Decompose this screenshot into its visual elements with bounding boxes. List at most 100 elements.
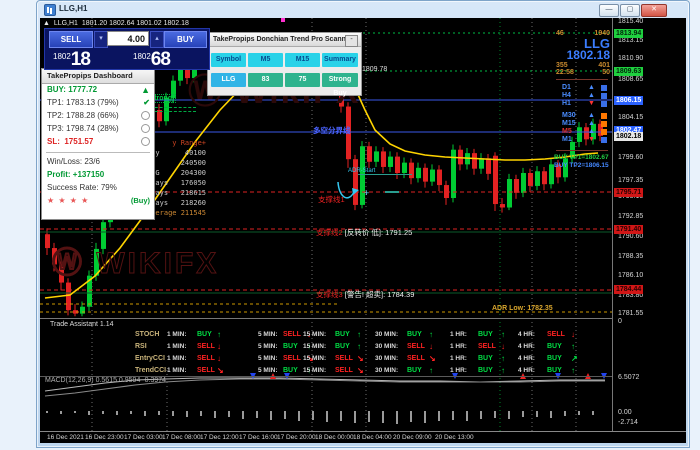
macd-histogram-bar xyxy=(508,411,510,419)
macd-histogram-bar xyxy=(410,411,412,422)
buy-button[interactable]: BUY xyxy=(164,31,207,48)
macd-histogram-bar xyxy=(158,411,160,415)
macd-histogram-bar xyxy=(466,411,468,421)
status-square-icon xyxy=(601,129,607,135)
macd-histogram-bar xyxy=(424,411,426,423)
macd-histogram-bar xyxy=(60,411,62,414)
macd-scale-max: 6.5072 xyxy=(618,374,640,381)
signal-arrow-icon: ↘ xyxy=(357,366,364,375)
signal-arrow-icon: ↘ xyxy=(217,366,224,375)
minimize-button[interactable]: — xyxy=(599,4,619,17)
time-label: 18 Dec 00:00 xyxy=(315,434,354,441)
sell-button[interactable]: SELL xyxy=(49,31,93,48)
signal-arrow-icon: ↓ xyxy=(217,342,221,351)
success-label: Success Rate: xyxy=(47,183,99,192)
signal-arrow-icon: ↑ xyxy=(501,330,505,339)
winloss-label: Win/Loss: xyxy=(47,157,83,166)
status-square-icon xyxy=(601,113,607,119)
dashboard-title[interactable]: TakePropips Dashboard xyxy=(42,69,154,84)
tp3-value: 1798.74 (28%) xyxy=(66,124,119,133)
timeframe-label: 1 HR: xyxy=(450,343,467,350)
timeframe-label: 4 HR: xyxy=(518,367,535,374)
candle-body xyxy=(493,155,498,205)
macd-histogram-bar xyxy=(214,411,216,418)
candle-body xyxy=(374,151,379,162)
signal-value: BUY xyxy=(407,331,422,338)
chart-area[interactable]: Ⓦ WikiFX Ⓦ WIKIFX ▲ LLG,H1 1801.20 1802.… xyxy=(40,18,686,443)
timeframe-label: 5 MIN: xyxy=(258,343,278,350)
macd-histogram-bar xyxy=(130,411,132,414)
signal-value: BUY xyxy=(407,367,422,374)
tp2-value: 1788.28 (66%) xyxy=(66,111,119,120)
status-square-icon xyxy=(601,93,607,99)
status-square-icon xyxy=(601,85,607,91)
candle-body xyxy=(507,179,512,208)
lot-decrease-button[interactable]: ▾ xyxy=(94,31,108,48)
macd-label: MACD(12,26,9) 0.5615 0.9594 -0.3974 xyxy=(45,377,167,384)
timeframe-label: M30 xyxy=(562,112,576,119)
candle-body xyxy=(367,146,372,162)
arrow-up-icon: ▲ xyxy=(588,84,595,91)
maximize-button[interactable]: ▢ xyxy=(620,4,640,17)
buy-price[interactable]: 180268 xyxy=(133,49,171,70)
lot-increase-button[interactable]: ▴ xyxy=(150,31,164,48)
close-button[interactable]: ✕ xyxy=(641,4,667,17)
axis-tick: 1810.90 xyxy=(618,55,644,62)
macd-histogram-bar xyxy=(396,411,398,424)
signal-value: SELL xyxy=(407,355,425,362)
sell-price[interactable]: 180218 xyxy=(53,49,91,70)
scanner-m5-score: 83 xyxy=(248,73,283,87)
candle-body xyxy=(486,158,491,174)
signal-value: BUY xyxy=(547,367,562,374)
symbol-info-panel: 46 1940 LLG 1802.18 355 401 22:58 50 D1 ▲ H4 ▲… xyxy=(554,26,612,176)
timeframe-label: M1 xyxy=(562,136,572,143)
signal-value: BUY xyxy=(283,343,298,350)
timeframe-label: 30 MIN: xyxy=(375,331,399,338)
sell-price-main: 1802 xyxy=(53,52,71,61)
macd-histogram-bar xyxy=(270,411,272,420)
winloss-value: 23/6 xyxy=(84,157,100,166)
scanner-header-m5[interactable]: M5 xyxy=(248,53,283,67)
price-axis-separator xyxy=(612,18,613,431)
time-label: 17 Dec 20:00 xyxy=(277,434,316,441)
macd-histogram-bar xyxy=(522,411,524,417)
time-label: 17 Dec 08:00 xyxy=(162,434,201,441)
scanner-title[interactable]: TakePropips Donchian Trend Pro Scanner xyxy=(208,33,361,47)
panel-separator[interactable] xyxy=(40,318,612,319)
indicator-name: TrendCCI xyxy=(135,367,167,374)
axis-tick: 1808.65 xyxy=(618,76,644,83)
scanner-header-summary[interactable]: Summary xyxy=(322,53,358,67)
candle-body xyxy=(381,151,386,167)
dashed-marker xyxy=(150,111,196,112)
titlebar[interactable]: LLG,H1 — ▢ ✕ xyxy=(37,1,689,18)
macd-scale-min: -2.714 xyxy=(618,419,638,426)
candle-body xyxy=(430,169,435,182)
macd-histogram-bar xyxy=(88,411,90,415)
signal-value: SELL xyxy=(407,343,425,350)
candle-body xyxy=(402,162,407,173)
candle-body xyxy=(542,171,547,185)
signal-value: SELL xyxy=(283,331,301,338)
scanner-minimize-button[interactable]: - xyxy=(345,35,358,47)
macd-histogram-bar xyxy=(340,411,342,421)
divider xyxy=(556,79,608,80)
scanner-header-symbol[interactable]: Symbol xyxy=(211,53,246,67)
wikifx-watermark: Ⓦ WIKIFX xyxy=(51,247,220,281)
support3-label: 支撑线3 [警告! 超卖]: 1784.39 xyxy=(316,289,414,300)
buy-price-main: 1802 xyxy=(133,52,151,61)
window-title: LLG,H1 xyxy=(59,4,88,13)
success-value: 79% xyxy=(100,183,117,192)
arrow-down-icon: ▼ xyxy=(588,100,595,107)
sl-label: SL: xyxy=(47,137,60,146)
timeframe-label: D1 xyxy=(562,84,571,91)
lot-size-input[interactable]: 4.00 xyxy=(107,31,149,46)
scanner-header-m15[interactable]: M15 xyxy=(285,53,320,67)
macd-histogram-bar xyxy=(116,411,118,415)
rating-row: ★ ★ ★ ★ (Buy) xyxy=(42,195,154,208)
candle-body xyxy=(521,172,526,193)
axis-price-tag: 1784.44 xyxy=(614,285,644,294)
signal-value: BUY xyxy=(547,355,562,362)
sl-value: 1751.57 xyxy=(64,137,94,146)
clock-icon xyxy=(141,124,150,135)
scanner-symbol-cell[interactable]: LLG xyxy=(211,73,246,87)
